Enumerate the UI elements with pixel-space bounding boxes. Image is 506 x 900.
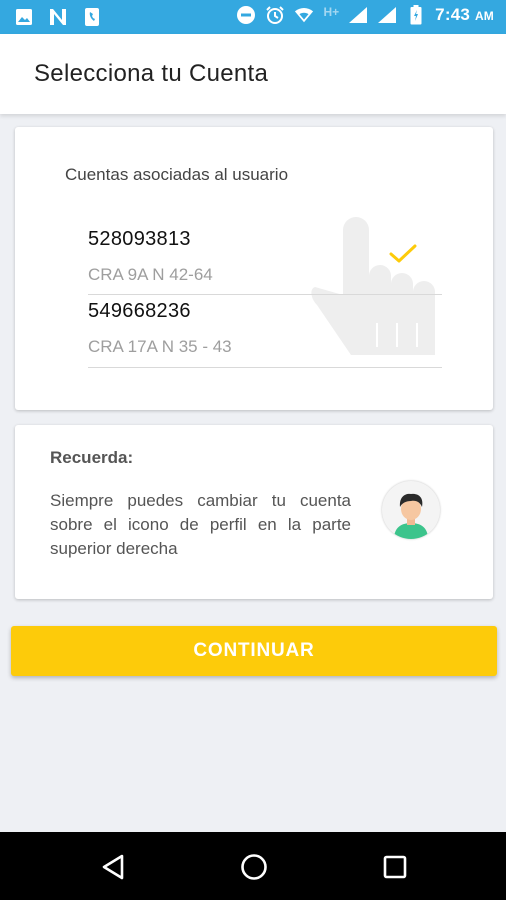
alarm-icon: [265, 5, 285, 25]
image-icon: [14, 7, 34, 27]
reminder-text: Siempre puedes cambiar tu cuenta sobre e…: [50, 491, 351, 558]
profile-avatar-icon: [382, 481, 440, 539]
signal-icon: [348, 5, 368, 25]
n-app-icon: [48, 7, 68, 27]
do-not-disturb-icon: [236, 5, 256, 25]
page-title: Selecciona tu Cuenta: [34, 60, 269, 87]
network-type: H+: [323, 5, 340, 19]
continue-button[interactable]: CONTINUAR: [11, 626, 497, 676]
clock: 7:43 AM: [435, 5, 494, 24]
home-icon[interactable]: [239, 852, 269, 882]
reminder-card: Recuerda: Siempre puedes cambiar tu cuen…: [15, 425, 493, 599]
navigation-bar: [0, 832, 506, 900]
reminder-title: Recuerda:: [50, 448, 134, 467]
wifi-icon: [294, 5, 314, 25]
accounts-card: Cuentas asociadas al usuario 528093813 C…: [15, 127, 493, 410]
battery-icon: [406, 5, 426, 25]
accounts-heading: Cuentas asociadas al usuario: [65, 165, 289, 184]
phone-doc-icon: [82, 7, 102, 27]
account-item[interactable]: 549668236 CRA 17A N 35 - 43: [88, 300, 442, 368]
status-bar: H+ 7:43 AM: [0, 0, 506, 34]
signal-icon: [377, 5, 397, 25]
account-number: 549668236: [88, 300, 191, 322]
app-bar: Selecciona tu Cuenta: [0, 34, 506, 114]
check-icon: [389, 243, 417, 270]
back-icon[interactable]: [98, 852, 128, 882]
recents-icon[interactable]: [380, 852, 410, 882]
account-address: CRA 17A N 35 - 43: [88, 337, 232, 356]
